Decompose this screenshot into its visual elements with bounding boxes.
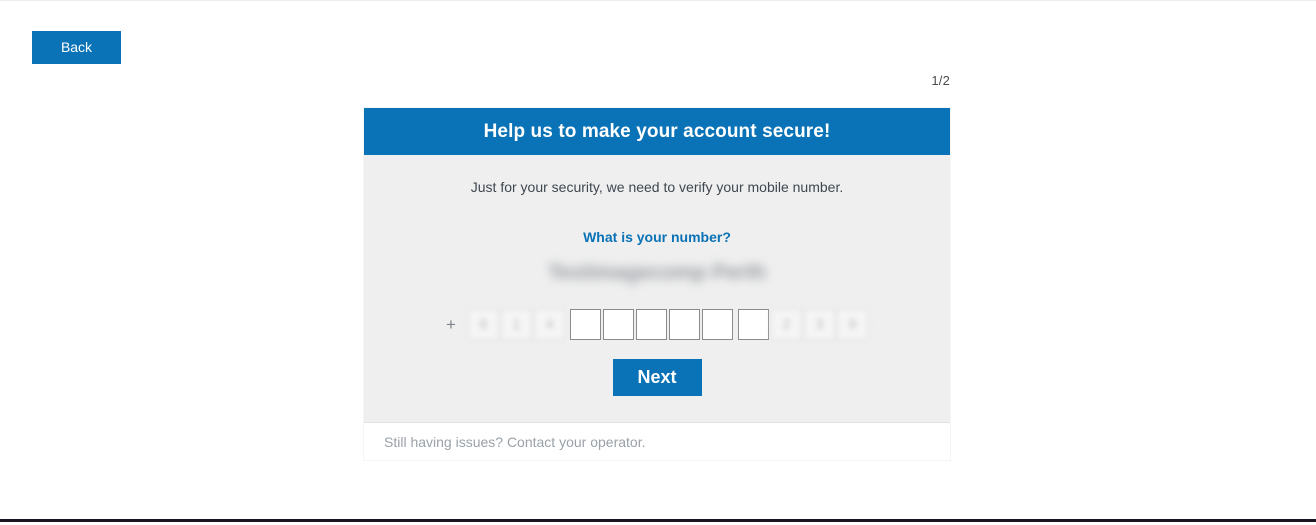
phone-number-entry: +	[364, 309, 950, 340]
phone-digit-input-4[interactable]	[668, 309, 700, 340]
step-counter: 1/2	[931, 73, 950, 88]
phone-digit-input-6[interactable]	[737, 309, 769, 340]
plus-icon: +	[446, 315, 456, 334]
card-footer: Still having issues? Contact your operat…	[364, 422, 950, 460]
page-bottom-divider	[0, 519, 1316, 522]
back-button[interactable]: Back	[32, 31, 121, 64]
contact-operator-link[interactable]: Still having issues? Contact your operat…	[384, 434, 645, 450]
phone-digit-input-3[interactable]	[635, 309, 667, 340]
next-button-row: Next	[364, 359, 950, 396]
country-code-digit-1	[467, 309, 499, 340]
phone-digit-input-5[interactable]	[701, 309, 733, 340]
phone-suffix-digit-3	[836, 309, 868, 340]
country-code-digit-3	[533, 309, 565, 340]
operator-name-blurred: Testimagecomp Perth	[548, 261, 766, 284]
country-code-digit-2	[500, 309, 532, 340]
phone-digit-input-2[interactable]	[602, 309, 634, 340]
what-is-your-number-link[interactable]: What is your number?	[364, 229, 950, 245]
next-button[interactable]: Next	[612, 359, 702, 396]
page-viewport: Back 1/2 Help us to make your account se…	[0, 1, 1316, 519]
verification-card: Help us to make your account secure! Jus…	[364, 108, 950, 460]
phone-suffix-digit-1	[770, 309, 802, 340]
card-subtitle: Just for your security, we need to verif…	[470, 179, 844, 195]
card-body: Just for your security, we need to verif…	[364, 155, 950, 422]
card-header-title: Help us to make your account secure!	[364, 108, 950, 155]
phone-suffix-digit-2	[803, 309, 835, 340]
phone-digit-input-1[interactable]	[569, 309, 601, 340]
